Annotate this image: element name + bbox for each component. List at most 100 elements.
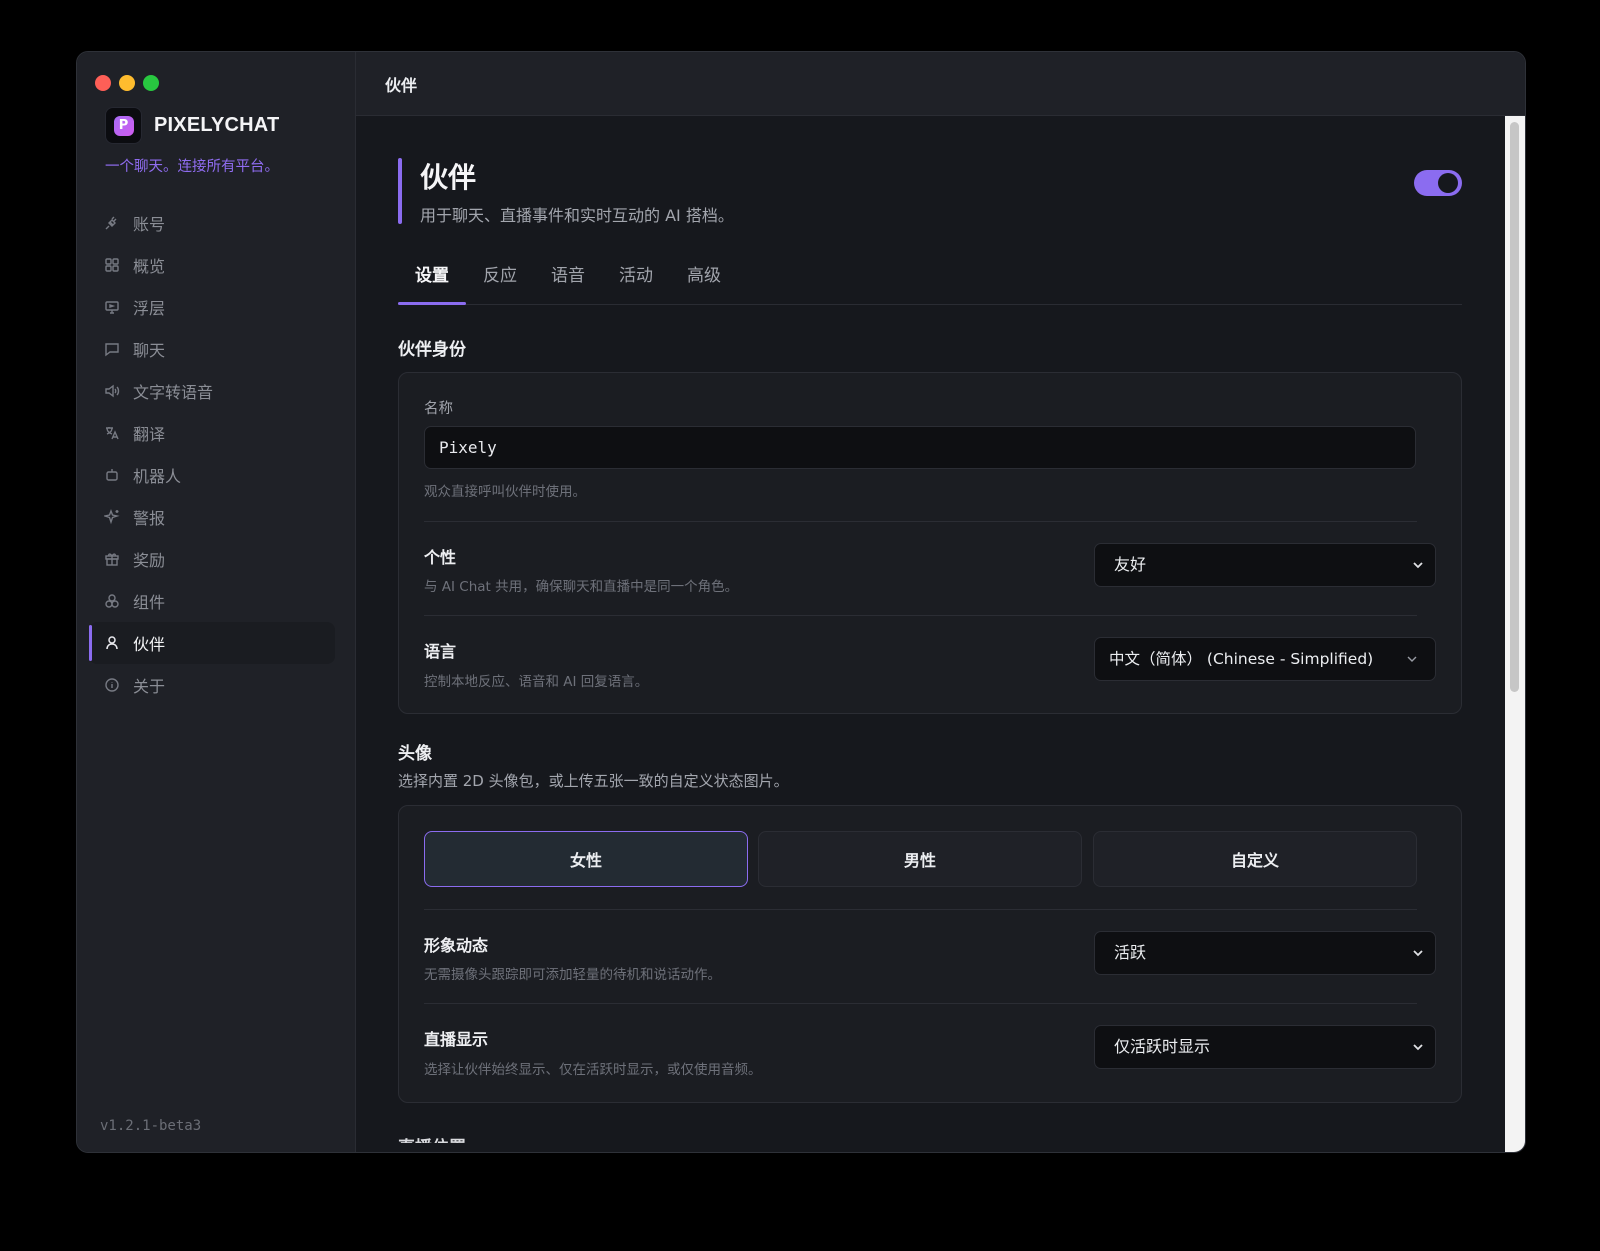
- sidebar-item-companion[interactable]: 伙伴: [89, 622, 335, 664]
- tab-reactions[interactable]: 反应: [466, 260, 534, 304]
- sidebar-item-label: 浮层: [133, 299, 166, 318]
- sidebar-nav: 账号 概览 浮层 聊天 文字转语音 翻译 机器人 警报 奖励 组件 伙伴 关于: [89, 202, 335, 706]
- sidebar-item-label: 伙伴: [133, 635, 166, 654]
- sidebar-item-account[interactable]: 账号: [89, 202, 335, 244]
- chevron-down-icon: [1405, 638, 1419, 680]
- avatar-section-title: 头像: [398, 744, 432, 764]
- page-subtitle: 用于聊天、直播事件和实时互动的 AI 搭档。: [420, 206, 734, 225]
- stream-display-select[interactable]: 仅活跃时显示: [1094, 1025, 1436, 1069]
- motion-title: 形象动态: [424, 936, 489, 955]
- sidebar-item-components[interactable]: 组件: [89, 580, 335, 622]
- robot-icon: [103, 466, 121, 484]
- sidebar-item-label: 概览: [133, 257, 166, 276]
- accent-bar: [398, 158, 402, 224]
- personality-select[interactable]: 友好: [1094, 543, 1436, 587]
- sidebar-item-overlay[interactable]: 浮层: [89, 286, 335, 328]
- close-window-button[interactable]: [95, 75, 111, 91]
- page-title: 伙伴: [420, 161, 477, 194]
- app-version: v1.2.1-beta3: [100, 1118, 202, 1134]
- name-hint: 观众直接呼叫伙伴时使用。: [424, 484, 586, 500]
- name-label: 名称: [424, 401, 453, 417]
- chevron-down-icon: [1411, 1026, 1425, 1068]
- page-header: 伙伴: [356, 52, 1525, 116]
- plug-icon: [103, 214, 121, 232]
- motion-value: 活跃: [1114, 943, 1147, 962]
- divider: [424, 909, 1417, 910]
- divider: [424, 1003, 1417, 1004]
- sidebar-item-bot[interactable]: 机器人: [89, 454, 335, 496]
- tab-settings[interactable]: 设置: [398, 260, 466, 305]
- grid-icon: [103, 256, 121, 274]
- companion-enabled-toggle[interactable]: [1414, 170, 1462, 196]
- tab-advanced[interactable]: 高级: [670, 260, 738, 304]
- zoom-window-button[interactable]: [143, 75, 159, 91]
- motion-select[interactable]: 活跃: [1094, 931, 1436, 975]
- brand: P PIXELYCHAT: [105, 107, 279, 144]
- chevron-down-icon: [1411, 544, 1425, 586]
- sidebar-item-alerts[interactable]: 警报: [89, 496, 335, 538]
- chat-icon: [103, 340, 121, 358]
- sidebar-item-label: 账号: [133, 215, 166, 234]
- language-select[interactable]: 中文（简体） (Chinese - Simplified): [1094, 637, 1436, 681]
- tab-bar: 设置 反应 语音 活动 高级: [398, 260, 1462, 305]
- minimize-window-button[interactable]: [119, 75, 135, 91]
- app-tagline: 一个聊天。连接所有平台。: [105, 159, 279, 175]
- tab-voice[interactable]: 语音: [534, 260, 602, 304]
- avatar-card: 女性 男性 自定义 形象动态 无需摄像头跟踪即可添加轻量的待机和说话动作。 活跃…: [398, 805, 1462, 1103]
- avatar-option-female[interactable]: 女性: [424, 831, 748, 887]
- avatar-option-custom[interactable]: 自定义: [1093, 831, 1417, 887]
- chevron-down-icon: [1411, 932, 1425, 974]
- app-name: PIXELYCHAT: [154, 114, 280, 136]
- app-window: P PIXELYCHAT 一个聊天。连接所有平台。 账号 概览 浮层 聊天 文字…: [76, 51, 1526, 1153]
- language-value: 中文（简体） (Chinese - Simplified): [1109, 650, 1374, 668]
- scrollbar-thumb[interactable]: [1510, 122, 1519, 692]
- components-icon: [103, 592, 121, 610]
- translate-icon: [103, 424, 121, 442]
- info-icon: [103, 676, 121, 694]
- motion-hint: 无需摄像头跟踪即可添加轻量的待机和说话动作。: [424, 967, 721, 983]
- language-title: 语言: [424, 642, 457, 661]
- identity-section-title: 伙伴身份: [398, 340, 466, 360]
- sidebar-item-label: 翻译: [133, 425, 166, 444]
- sidebar-item-translate[interactable]: 翻译: [89, 412, 335, 454]
- sidebar-item-label: 关于: [133, 677, 166, 696]
- stream-position-section-title: 直播位置: [398, 1133, 466, 1143]
- sidebar-item-about[interactable]: 关于: [89, 664, 335, 706]
- page-heading: 伙伴 用于聊天、直播事件和实时互动的 AI 搭档。: [398, 158, 1462, 228]
- user-icon: [103, 634, 121, 652]
- personality-value: 友好: [1114, 555, 1147, 574]
- divider: [424, 615, 1417, 616]
- sidebar: P PIXELYCHAT 一个聊天。连接所有平台。 账号 概览 浮层 聊天 文字…: [77, 52, 356, 1152]
- name-input[interactable]: Pixely: [424, 426, 1416, 469]
- sidebar-item-label: 机器人: [133, 467, 182, 486]
- stream-display-title: 直播显示: [424, 1030, 489, 1049]
- identity-card: 名称 Pixely 观众直接呼叫伙伴时使用。 个性 与 AI Chat 共用，确…: [398, 372, 1462, 714]
- sidebar-item-label: 组件: [133, 593, 166, 612]
- window-controls: [95, 75, 159, 91]
- sidebar-item-label: 奖励: [133, 551, 166, 570]
- stream-display-value: 仅活跃时显示: [1114, 1037, 1211, 1056]
- vertical-scrollbar[interactable]: [1505, 116, 1525, 1152]
- language-hint: 控制本地反应、语音和 AI 回复语言。: [424, 674, 649, 690]
- monitor-icon: [103, 298, 121, 316]
- sidebar-item-rewards[interactable]: 奖励: [89, 538, 335, 580]
- sidebar-item-chat[interactable]: 聊天: [89, 328, 335, 370]
- gift-icon: [103, 550, 121, 568]
- stream-display-hint: 选择让伙伴始终显示、仅在活跃时显示，或仅使用音频。: [424, 1062, 762, 1078]
- header-title: 伙伴: [385, 75, 418, 95]
- sidebar-item-overview[interactable]: 概览: [89, 244, 335, 286]
- sidebar-item-label: 文字转语音: [133, 383, 214, 402]
- personality-hint: 与 AI Chat 共用，确保聊天和直播中是同一个角色。: [424, 579, 739, 595]
- avatar-section-subtitle: 选择内置 2D 头像包，或上传五张一致的自定义状态图片。: [398, 772, 789, 790]
- app-logo-icon: P: [105, 107, 142, 144]
- sidebar-item-label: 警报: [133, 509, 166, 528]
- speaker-icon: [103, 382, 121, 400]
- sidebar-item-tts[interactable]: 文字转语音: [89, 370, 335, 412]
- personality-title: 个性: [424, 548, 457, 567]
- tab-activity[interactable]: 活动: [602, 260, 670, 304]
- main-content: 伙伴 用于聊天、直播事件和实时互动的 AI 搭档。 设置 反应 语音 活动 高级…: [356, 116, 1525, 1152]
- divider: [424, 521, 1417, 522]
- avatar-option-male[interactable]: 男性: [758, 831, 1082, 887]
- sidebar-item-label: 聊天: [133, 341, 166, 360]
- sparkle-icon: [103, 508, 121, 526]
